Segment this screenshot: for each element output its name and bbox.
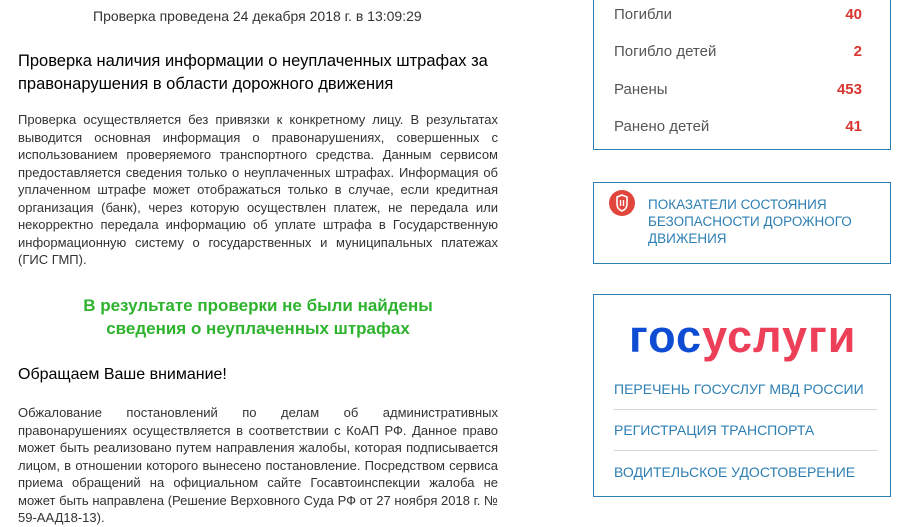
stat-label: Погибло детей: [614, 43, 717, 60]
logo-part-gos: гос: [629, 311, 703, 362]
stat-value: 41: [845, 118, 862, 135]
stat-label: Ранены: [614, 81, 668, 98]
stat-value: 2: [853, 43, 862, 60]
link-mvd-services[interactable]: Перечень госуслуг МВД России: [614, 381, 877, 397]
check-date: Проверка проведена 24 декабря 2018 г. в …: [93, 8, 422, 24]
stat-row: Погибли 40: [614, 6, 862, 26]
attention-heading: Обращаем Ваше внимание!: [18, 366, 227, 383]
divider: [614, 409, 877, 410]
logo-part-uslugi: услуги: [702, 311, 857, 362]
accident-stats-box: Погибли 40 Погибло детей 2 Ранены 453 Ра…: [593, 0, 891, 150]
stat-row: Ранены 453: [614, 81, 862, 101]
stat-row: Погибло детей 2: [614, 43, 862, 63]
stat-value: 40: [845, 6, 862, 23]
check-result-line1: В результате проверки не были найдены: [83, 296, 433, 315]
link-driver-license[interactable]: Водительское удостоверение: [614, 464, 877, 480]
gosuslugi-box: госуслуги Перечень госуслуг МВД России Р…: [593, 294, 891, 497]
page-title: Проверка наличия информации о неуплаченн…: [18, 52, 488, 93]
stat-row: Ранено детей 41: [614, 118, 862, 138]
stat-label: Погибли: [614, 6, 673, 23]
gosuslugi-logo[interactable]: госуслуги: [629, 311, 856, 363]
safety-indicators-link[interactable]: Показатели состояния безопасности дорожн…: [648, 196, 868, 247]
stat-value: 453: [836, 81, 862, 98]
check-description: Проверка осуществляется без привязки к к…: [18, 112, 498, 267]
road-safety-icon: [609, 190, 635, 216]
stat-label: Ранено детей: [614, 118, 710, 135]
check-result: В результате проверки не были найдены св…: [18, 294, 498, 340]
link-vehicle-registration[interactable]: Регистрация транспорта: [614, 422, 877, 438]
check-result-line2: сведения о неуплаченных штрафах: [106, 319, 410, 338]
appeal-text: Обжалование постановлений по делам об ад…: [18, 405, 498, 525]
divider: [614, 450, 877, 451]
safety-indicators-box: Показатели состояния безопасности дорожн…: [593, 182, 891, 264]
